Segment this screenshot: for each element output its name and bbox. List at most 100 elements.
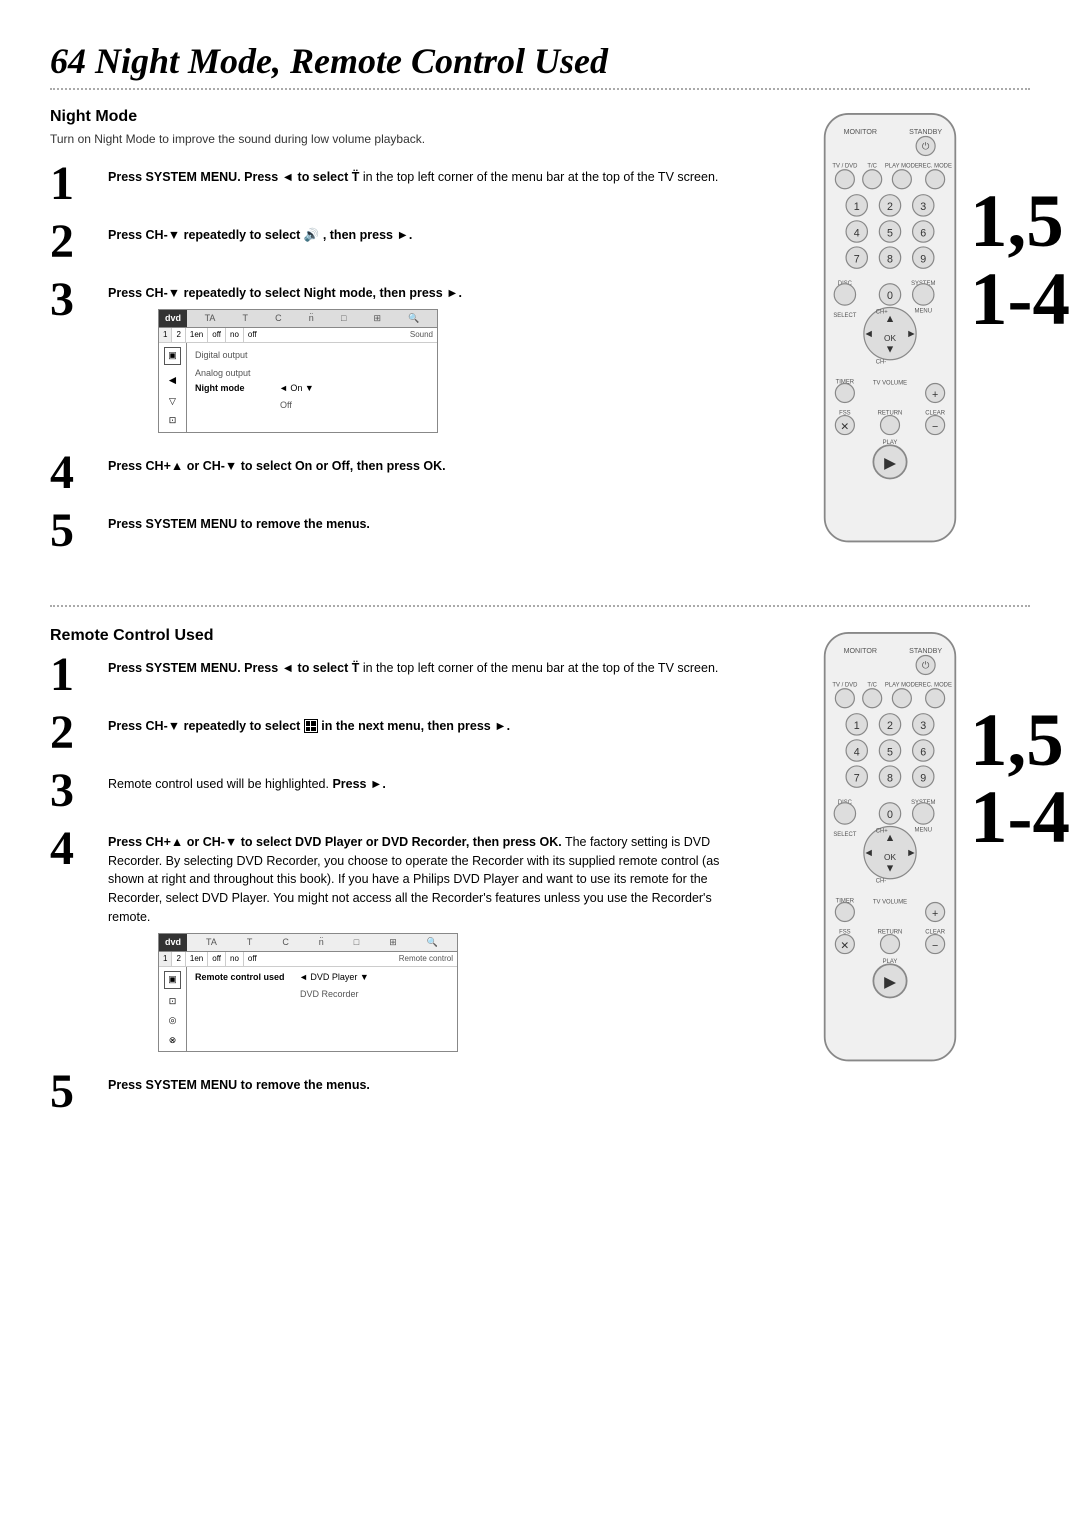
- menu-sidebar-2: ▣ ⊡ ◎ ⊗: [159, 967, 187, 1051]
- rc-step-4-content: Press CH+▲ or CH-▼ to select DVD Player …: [108, 825, 730, 1058]
- svg-text:◄: ◄: [863, 328, 874, 340]
- night-mode-section: Night Mode Turn on Night Mode to improve…: [50, 108, 1030, 565]
- svg-text:4: 4: [854, 227, 860, 239]
- svg-text:7: 7: [854, 253, 860, 265]
- svg-text:5: 5: [887, 227, 893, 239]
- svg-text:CH-: CH-: [876, 359, 887, 365]
- remote-illustration-2: MONITOR STANDBY ⏻ TV / DVD T/C PLAY MODE…: [795, 627, 985, 1078]
- svg-text:✕: ✕: [840, 940, 849, 952]
- svg-text:TV / DVD: TV / DVD: [832, 163, 857, 169]
- svg-text:TV / DVD: TV / DVD: [832, 682, 857, 688]
- svg-text:SELECT: SELECT: [833, 313, 856, 319]
- svg-text:8: 8: [887, 253, 893, 265]
- big-numbers-1: 1,5 1-4: [970, 188, 1070, 333]
- svg-text:MENU: MENU: [915, 308, 932, 314]
- remote-control-section: Remote Control Used 1 Press SYSTEM MENU.…: [50, 627, 1030, 1126]
- svg-text:STANDBY: STANDBY: [909, 128, 942, 136]
- section-divider: [50, 88, 1030, 90]
- step-number-5: 5: [50, 507, 100, 555]
- step-number-2: 2: [50, 218, 100, 266]
- svg-text:8: 8: [887, 772, 893, 784]
- svg-text:1: 1: [854, 201, 860, 213]
- svg-text:CH+: CH+: [876, 309, 889, 315]
- night-mode-row: Night mode ◄ On ▼: [195, 382, 429, 396]
- svg-text:−: −: [932, 421, 938, 433]
- rc-step-number-5: 5: [50, 1068, 100, 1116]
- menu-body-2: ▣ ⊡ ◎ ⊗ Remote control used ◄ DVD Player…: [159, 967, 457, 1051]
- menu-body: ▣ ◄ ▽ ⊡ Digital output Analog output Nig…: [159, 343, 437, 432]
- svg-text:+: +: [932, 908, 938, 920]
- night-mode-step-2: 2 Press CH-▼ repeatedly to select 🔊 , th…: [50, 218, 730, 266]
- step-number-4: 4: [50, 449, 100, 497]
- rc-step-number-1: 1: [50, 651, 100, 699]
- menu-header: dvd TATCn̈□⊞🔍: [159, 310, 437, 329]
- night-mode-subtitle: Turn on Night Mode to improve the sound …: [50, 132, 730, 146]
- rc-step-1-content: Press SYSTEM MENU. Press ◄ to select T̈ …: [108, 651, 718, 678]
- rc-step-2: 2 Press CH-▼ repeatedly to select in the…: [50, 709, 730, 757]
- rc-remote-area: MONITOR STANDBY ⏻ TV / DVD T/C PLAY MODE…: [750, 627, 1030, 1126]
- svg-text:0: 0: [887, 290, 893, 302]
- night-mode-remote-area: MONITOR STANDBY ⏻ TV / DVD T/C PLAY MODE…: [750, 108, 1030, 565]
- svg-text:PLAY MODE: PLAY MODE: [885, 682, 919, 688]
- svg-text:⏻: ⏻: [922, 142, 930, 153]
- svg-text:▼: ▼: [885, 344, 896, 356]
- svg-text:CH-: CH-: [876, 878, 887, 884]
- rc-menu-screenshot: dvd TATCn̈□⊞🔍 1 2 1en off no off Remote …: [158, 933, 458, 1053]
- svg-text:SELECT: SELECT: [833, 832, 856, 838]
- step-number-1: 1: [50, 160, 100, 208]
- svg-text:REC. MODE: REC. MODE: [918, 163, 952, 169]
- svg-text:2: 2: [887, 201, 893, 213]
- svg-text:3: 3: [920, 201, 926, 213]
- rc-step-4: 4 Press CH+▲ or CH-▼ to select DVD Playe…: [50, 825, 730, 1058]
- rc-step-number-2: 2: [50, 709, 100, 757]
- svg-text:T/C: T/C: [867, 163, 877, 169]
- menu-sidebar: ▣ ◄ ▽ ⊡: [159, 343, 187, 432]
- step-4-content: Press CH+▲ or CH-▼ to select On or Off, …: [108, 449, 446, 476]
- step-5-content: Press SYSTEM MENU to remove the menus.: [108, 507, 370, 534]
- rc-step-number-4: 4: [50, 825, 100, 873]
- svg-text:2: 2: [887, 720, 893, 732]
- night-mode-step-4: 4 Press CH+▲ or CH-▼ to select On or Off…: [50, 449, 730, 497]
- svg-text:9: 9: [920, 253, 926, 265]
- svg-text:✕: ✕: [840, 421, 849, 433]
- svg-text:TV VOLUME: TV VOLUME: [873, 381, 907, 387]
- svg-text:3: 3: [920, 720, 926, 732]
- svg-text:OK: OK: [884, 852, 896, 862]
- svg-text:◄: ◄: [863, 847, 874, 859]
- step-3-content: Press CH-▼ repeatedly to select Night mo…: [108, 276, 462, 439]
- svg-text:7: 7: [854, 772, 860, 784]
- svg-text:▶: ▶: [884, 974, 896, 991]
- night-mode-step-1: 1 Press SYSTEM MENU. Press ◄ to select T…: [50, 160, 730, 208]
- svg-text:OK: OK: [884, 333, 896, 343]
- night-mode-step-3: 3 Press CH-▼ repeatedly to select Night …: [50, 276, 730, 439]
- svg-text:−: −: [932, 940, 938, 952]
- remote-control-content: Remote Control Used 1 Press SYSTEM MENU.…: [50, 627, 730, 1126]
- svg-text:0: 0: [887, 809, 893, 821]
- step-2-content: Press CH-▼ repeatedly to select 🔊 , then…: [108, 218, 412, 245]
- svg-text:5: 5: [887, 746, 893, 758]
- menu-content: Digital output Analog output Night mode …: [187, 343, 437, 432]
- svg-text:MONITOR: MONITOR: [844, 128, 877, 136]
- menu-header-2: dvd TATCn̈□⊞🔍: [159, 934, 457, 953]
- step-1-content: Press SYSTEM MENU. Press ◄ to select T̈ …: [108, 160, 718, 187]
- rc-step-3-content: Remote control used will be highlighted.…: [108, 767, 386, 794]
- svg-text:+: +: [932, 389, 938, 401]
- night-mode-title: Night Mode: [50, 108, 730, 126]
- remote-illustration-1: MONITOR STANDBY ⏻ TV / DVD T/C PLAY MODE…: [795, 108, 985, 559]
- rc-used-row: Remote control used ◄ DVD Player ▼: [195, 971, 449, 985]
- rc-step-5-content: Press SYSTEM MENU to remove the menus.: [108, 1068, 370, 1095]
- svg-text:►: ►: [906, 328, 917, 340]
- svg-text:▶: ▶: [884, 455, 896, 472]
- svg-text:T/C: T/C: [867, 682, 877, 688]
- rc-step-2-content: Press CH-▼ repeatedly to select in the n…: [108, 709, 510, 736]
- menu-content-2: Remote control used ◄ DVD Player ▼ DVD R…: [187, 967, 457, 1051]
- svg-text:9: 9: [920, 772, 926, 784]
- remote-control-title: Remote Control Used: [50, 627, 730, 645]
- svg-text:TV VOLUME: TV VOLUME: [873, 899, 907, 905]
- page-title: 64 Night Mode, Remote Control Used: [50, 40, 1030, 82]
- rc-step-5: 5 Press SYSTEM MENU to remove the menus.: [50, 1068, 730, 1116]
- svg-text:6: 6: [920, 227, 926, 239]
- svg-text:STANDBY: STANDBY: [909, 647, 942, 655]
- night-mode-step-5: 5 Press SYSTEM MENU to remove the menus.: [50, 507, 730, 555]
- svg-text:MENU: MENU: [915, 827, 932, 833]
